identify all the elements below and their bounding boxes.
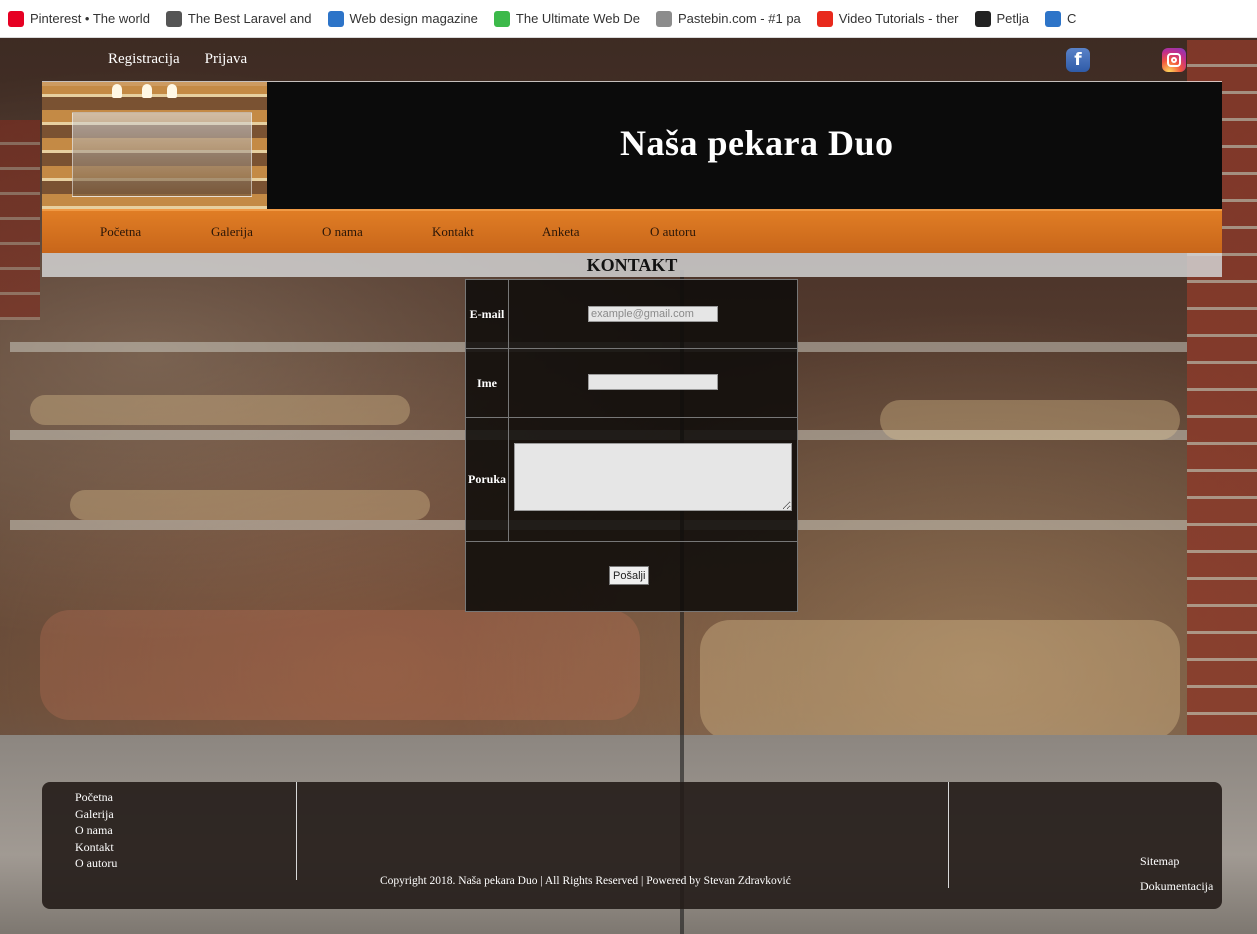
nav-item-pocetna[interactable]: Početna xyxy=(100,224,141,240)
email-field[interactable] xyxy=(588,306,718,322)
bookmark-label: Petlja xyxy=(996,11,1030,26)
bookmark-icon xyxy=(1045,10,1062,27)
background-brick-wall-left xyxy=(0,120,40,320)
footer: Početna Galerija O nama Kontakt O autoru… xyxy=(42,782,1222,909)
register-link[interactable]: Registracija xyxy=(108,51,180,68)
top-bar: Registracija Prijava f xyxy=(42,38,1222,82)
webdesign-icon xyxy=(327,10,344,27)
bookmark-label: The Best Laravel and xyxy=(187,11,312,26)
header-banner: Naša pekara Duo xyxy=(42,82,1222,209)
documentation-link[interactable]: Dokumentacija xyxy=(1140,874,1213,899)
nav-item-o-nama[interactable]: O nama xyxy=(322,224,363,240)
video-tutorials-icon xyxy=(816,10,833,27)
bookmark-item[interactable]: Petlja xyxy=(967,0,1038,37)
bookmark-item[interactable]: Video Tutorials - ther xyxy=(809,0,967,37)
bookmark-label: Video Tutorials - ther xyxy=(838,11,959,26)
footer-divider xyxy=(948,782,949,888)
main-nav: Početna Galerija O nama Kontakt Anketa O… xyxy=(42,209,1222,253)
bookmark-item[interactable]: Pastebin.com - #1 pa xyxy=(648,0,809,37)
message-textarea[interactable] xyxy=(514,443,792,511)
nav-item-kontakt[interactable]: Kontakt xyxy=(432,224,474,240)
bookmark-label: Pastebin.com - #1 pa xyxy=(677,11,801,26)
footer-right-links: Sitemap Dokumentacija xyxy=(1140,849,1213,899)
footer-divider xyxy=(296,782,297,880)
form-row-message: Poruka xyxy=(466,418,797,542)
bookmark-label: Web design magazine xyxy=(349,11,478,26)
form-row-name: Ime xyxy=(466,349,797,418)
bookmark-item[interactable]: Pinterest • The world xyxy=(0,0,158,37)
login-link[interactable]: Prijava xyxy=(205,51,248,68)
copyright-text: Copyright 2018. Naša pekara Duo | All Ri… xyxy=(380,875,791,887)
background-cakes xyxy=(40,610,640,720)
bookmark-label: C xyxy=(1067,11,1077,26)
bookmarks-bar: Pinterest • The world The Best Laravel an… xyxy=(0,0,1257,38)
background-pastries xyxy=(880,400,1180,440)
footer-link-pocetna[interactable]: Početna xyxy=(75,789,117,806)
nav-item-o-autoru[interactable]: O autoru xyxy=(650,224,696,240)
footer-nav: Početna Galerija O nama Kontakt O autoru xyxy=(75,789,117,872)
sitemap-link[interactable]: Sitemap xyxy=(1140,849,1213,874)
background-pastries xyxy=(30,395,410,425)
bookmark-item[interactable]: C xyxy=(1037,0,1084,37)
form-row-email: E-mail xyxy=(466,280,797,349)
site-title: Naša pekara Duo xyxy=(620,123,894,163)
bakery-photo xyxy=(42,82,267,209)
bookmark-item[interactable]: Web design magazine xyxy=(320,0,486,37)
bookmark-item[interactable]: The Ultimate Web De xyxy=(486,0,648,37)
email-label: E-mail xyxy=(466,280,509,348)
footer-link-kontakt[interactable]: Kontakt xyxy=(75,839,117,856)
nav-item-anketa[interactable]: Anketa xyxy=(542,224,580,240)
submit-button[interactable]: Pošalji xyxy=(609,566,650,585)
facebook-icon[interactable]: f xyxy=(1066,48,1090,72)
name-field[interactable] xyxy=(588,374,718,390)
udemy-icon xyxy=(493,10,510,27)
background-bread xyxy=(700,620,1180,740)
pastebin-icon xyxy=(655,10,672,27)
petlja-icon xyxy=(974,10,991,27)
background-pastries xyxy=(70,490,430,520)
bookmark-label: Pinterest • The world xyxy=(30,11,150,26)
contact-form: E-mail Ime Poruka Pošalji xyxy=(465,279,798,612)
bookmark-label: The Ultimate Web De xyxy=(515,11,640,26)
page-title: KONTAKT xyxy=(42,253,1222,277)
footer-link-o-nama[interactable]: O nama xyxy=(75,822,117,839)
pinterest-icon xyxy=(8,10,24,27)
footer-link-o-autoru[interactable]: O autoru xyxy=(75,855,117,872)
laravel-icon xyxy=(165,10,182,27)
name-label: Ime xyxy=(466,349,509,417)
message-label: Poruka xyxy=(466,418,509,541)
nav-item-galerija[interactable]: Galerija xyxy=(211,224,253,240)
footer-link-galerija[interactable]: Galerija xyxy=(75,806,117,823)
form-row-submit: Pošalji xyxy=(466,542,797,611)
instagram-icon[interactable] xyxy=(1162,48,1186,72)
bookmark-item[interactable]: The Best Laravel and xyxy=(158,0,320,37)
